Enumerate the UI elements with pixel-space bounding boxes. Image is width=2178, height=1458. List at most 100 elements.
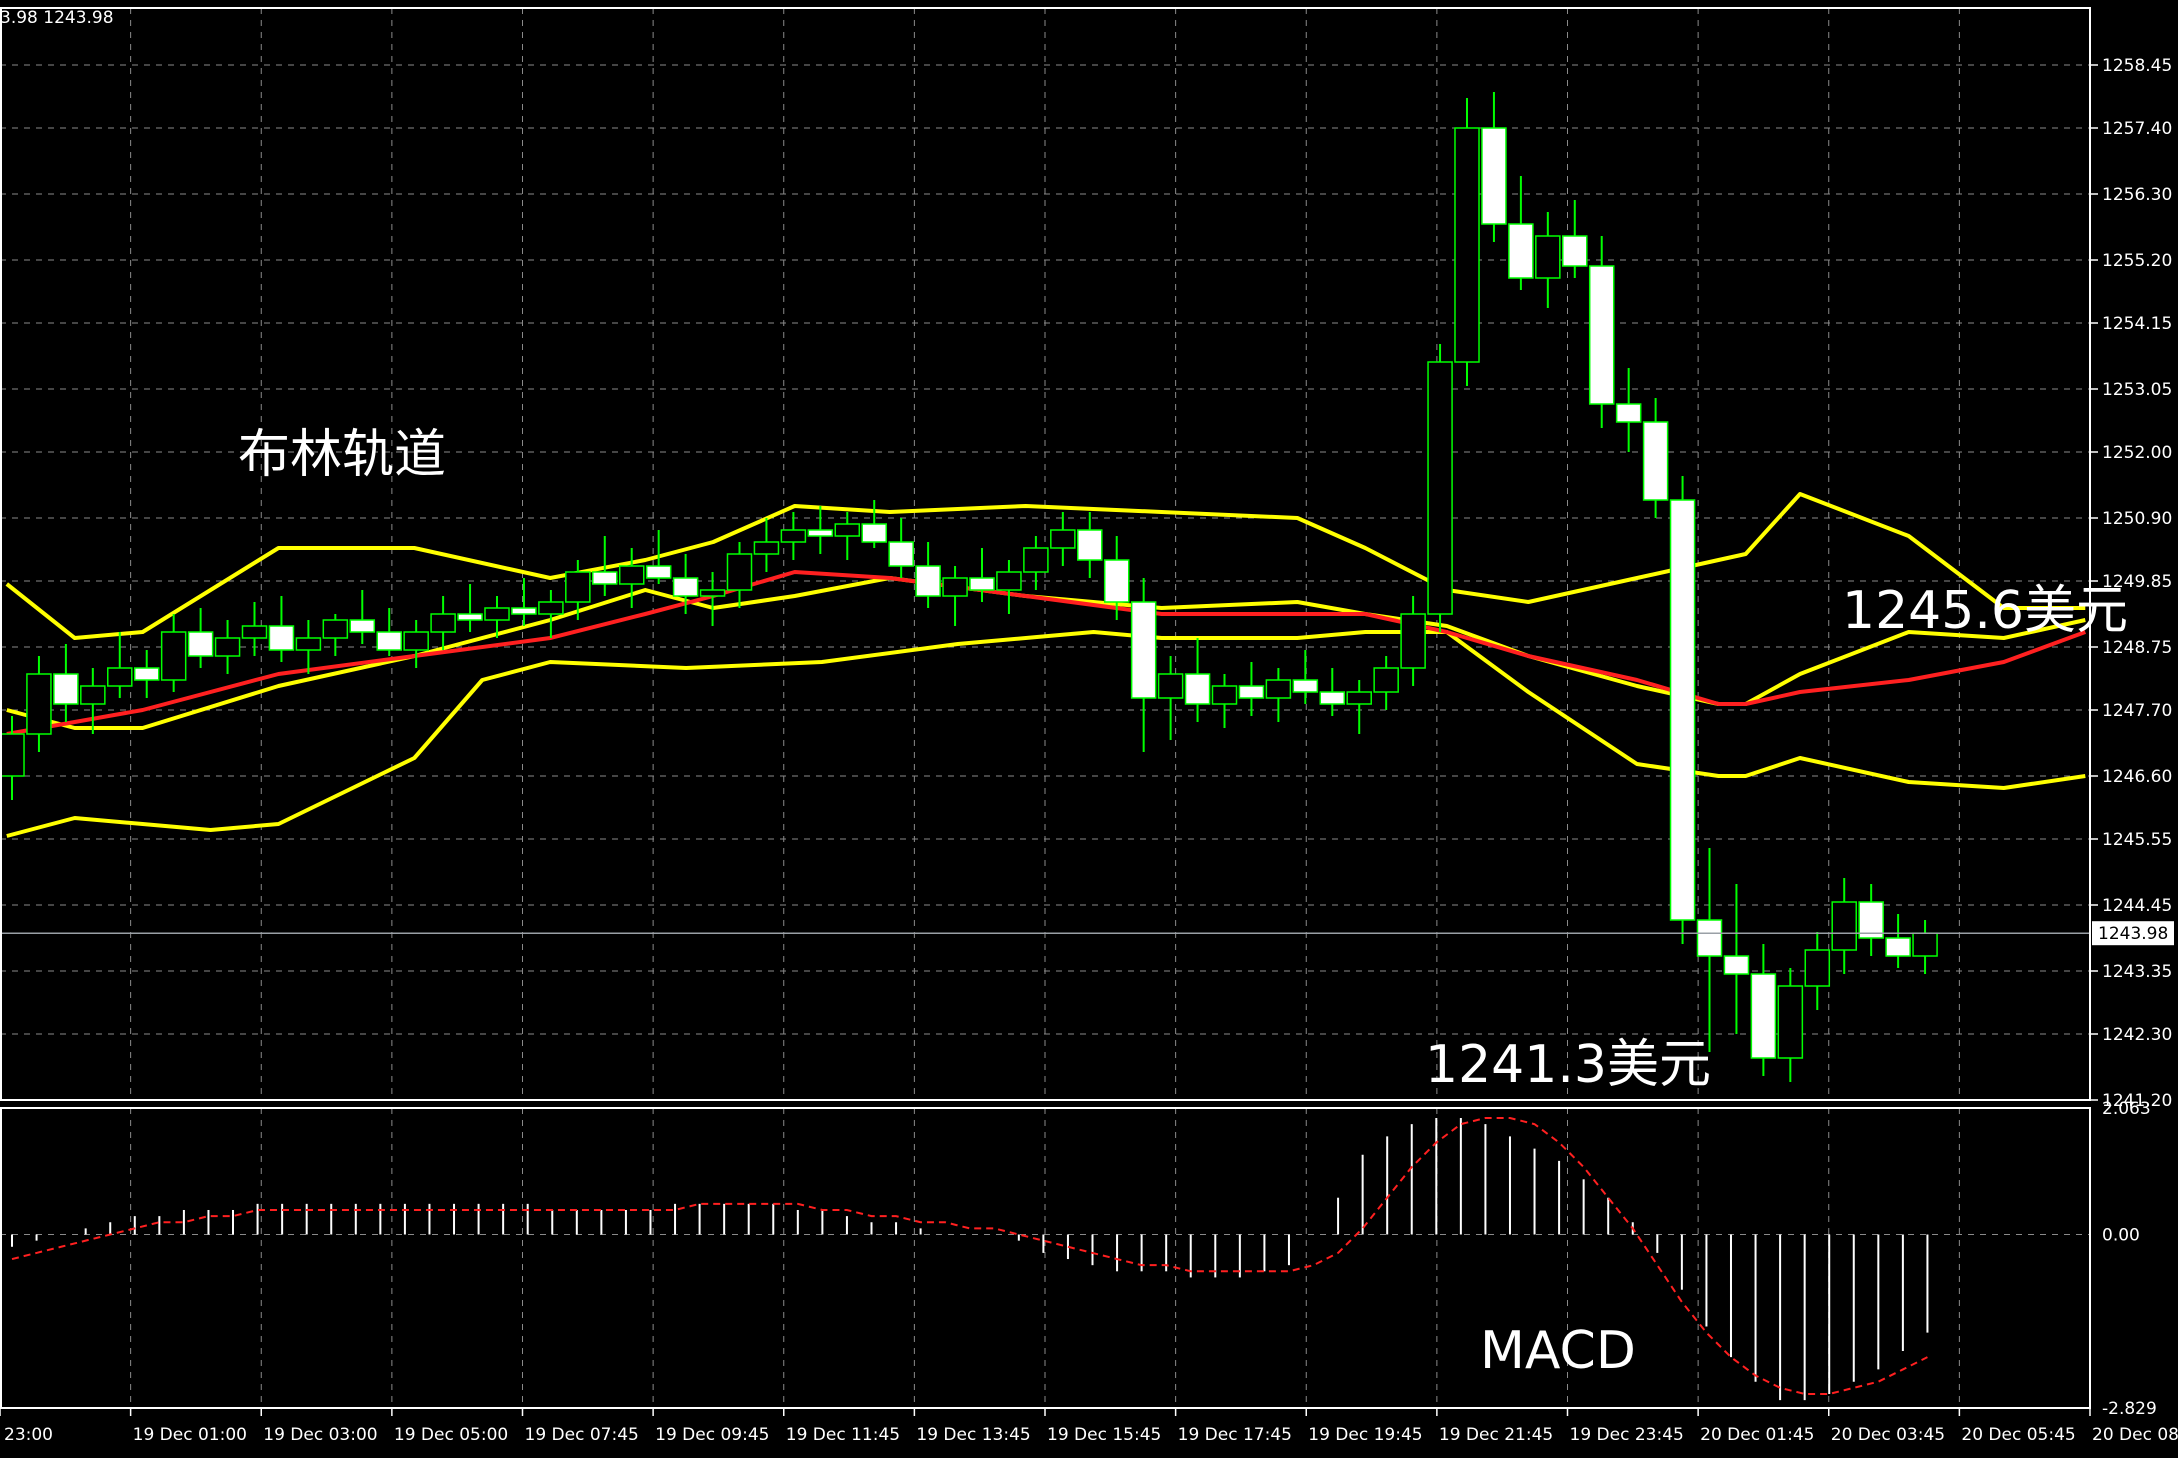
annotation-macd-label: MACD — [1480, 1321, 1636, 1381]
candle-bull — [1050, 529, 1076, 549]
candle-bear — [1238, 685, 1265, 699]
candle-bull — [1831, 901, 1857, 951]
time-tick-label: 19 Dec 01:00 — [133, 1425, 247, 1445]
candle-bear — [1130, 601, 1157, 699]
time-tick-label: 20 Dec 05:45 — [1961, 1425, 2075, 1445]
candle-bull — [107, 667, 133, 687]
candle-bull — [1535, 235, 1561, 279]
candle-bear — [511, 607, 537, 615]
candle-bear — [1184, 673, 1211, 705]
price-tick-label: 1245.55 — [2102, 830, 2172, 850]
candle-bear — [457, 613, 483, 621]
macd-tick-label: -2.829 — [2102, 1399, 2157, 1419]
time-tick-label: 19 Dec 19:45 — [1308, 1425, 1422, 1445]
candle-bull — [1427, 361, 1453, 615]
time-tick-label: 19 Dec 11:45 — [786, 1425, 900, 1445]
candle-bull — [484, 607, 510, 621]
candle-bear — [1292, 679, 1319, 693]
price-tick-label: 1258.45 — [2102, 56, 2172, 76]
candle-bear — [1885, 937, 1911, 957]
candle-bear — [376, 631, 402, 651]
price-tick-label: 1255.20 — [2102, 251, 2172, 271]
candle-bear — [672, 577, 699, 597]
price-tick-label: 1254.15 — [2102, 314, 2172, 334]
candle-bear — [1508, 223, 1534, 279]
time-tick-label: 19 Dec 09:45 — [655, 1425, 769, 1445]
candle-bull — [430, 613, 456, 633]
time-tick-label: 20 Dec 01:45 — [1700, 1425, 1814, 1445]
candle-bear — [1103, 559, 1130, 603]
candle-bear — [1642, 421, 1669, 501]
candle-bull — [1373, 667, 1399, 693]
candle-bull — [996, 571, 1022, 591]
candle-bull — [1023, 547, 1049, 573]
candle-bull — [1777, 985, 1804, 1059]
candle-bear — [187, 631, 214, 657]
price-tick-label: 1253.05 — [2102, 380, 2172, 400]
time-tick-label: 19 Dec 03:00 — [263, 1425, 377, 1445]
candle-bull — [26, 673, 52, 735]
candle-bull — [295, 637, 322, 651]
candle-bull — [1400, 613, 1426, 669]
candle-bull — [241, 625, 268, 639]
candle-bull — [80, 685, 106, 705]
price-tick-label: 1247.70 — [2102, 701, 2172, 721]
candle-bull — [1157, 673, 1184, 699]
candle-bear — [1723, 955, 1750, 975]
candle-bear — [1750, 973, 1777, 1059]
candle-bear — [1615, 403, 1642, 423]
time-tick-label: 19 Dec 13:45 — [916, 1425, 1030, 1445]
time-tick-label: 19 Dec 23:45 — [1570, 1425, 1684, 1445]
candle-bear — [592, 571, 618, 585]
candle-bull — [214, 637, 241, 657]
candle-bear — [1669, 499, 1696, 921]
macd-tick-label: 0.00 — [2102, 1226, 2140, 1246]
price-tick-label: 1244.45 — [2102, 896, 2172, 916]
candle-bull — [1804, 949, 1831, 987]
candle-bull — [160, 631, 187, 681]
candle-bull — [834, 523, 861, 537]
candle-bear — [349, 619, 376, 633]
candle-bear — [1077, 529, 1103, 561]
candle-bull — [1912, 932, 1938, 957]
price-tick-label: 1252.00 — [2102, 443, 2172, 463]
candle-bull — [726, 553, 753, 591]
candle-bear — [1319, 691, 1346, 705]
price-tick-label: 1243.35 — [2102, 962, 2172, 982]
chart-background — [0, 0, 2178, 1458]
candle-bear — [888, 541, 914, 567]
candle-bull — [1346, 691, 1372, 705]
candle-bull — [1265, 679, 1292, 699]
candle-bull — [699, 589, 726, 597]
price-tick-label: 1256.30 — [2102, 185, 2172, 205]
candle-bear — [1588, 265, 1615, 405]
candle-bull — [1454, 127, 1480, 363]
candle-bear — [915, 565, 941, 597]
annotation-support-price: 1241.3美元 — [1425, 1035, 1711, 1095]
header-price-text: 3.98 1243.98 — [0, 8, 114, 28]
time-tick-label: 23:00 — [4, 1425, 53, 1445]
price-tick-label: 1248.75 — [2102, 638, 2172, 658]
candle-bear — [645, 565, 672, 579]
price-tick-label: 1246.60 — [2102, 767, 2172, 787]
candle-bull — [565, 571, 591, 603]
candle-bear — [53, 673, 79, 705]
time-tick-label: 19 Dec 15:45 — [1047, 1425, 1161, 1445]
time-tick-label: 20 Dec 03:45 — [1831, 1425, 1945, 1445]
current-price-badge-label: 1243.98 — [2098, 924, 2168, 944]
candle-bear — [807, 529, 834, 537]
candle-bear — [1696, 919, 1723, 957]
candle-bear — [1562, 235, 1588, 267]
candle-bull — [322, 619, 349, 639]
candle-bear — [133, 667, 160, 681]
candle-bull — [0, 733, 25, 777]
candle-bull — [1211, 685, 1238, 705]
trading-chart: 1258.45 1257.40 1256.30 1255.20 1254.15 1253.… — [0, 0, 2178, 1458]
macd-tick-label: 2.063 — [2102, 1099, 2151, 1119]
candle-bull — [780, 529, 807, 543]
candle-bull — [753, 541, 780, 555]
annotation-bollinger-label: 布林轨道 — [238, 425, 446, 485]
time-tick-label: 19 Dec 05:00 — [394, 1425, 508, 1445]
candle-bear — [1481, 127, 1507, 225]
candle-bull — [403, 631, 429, 651]
